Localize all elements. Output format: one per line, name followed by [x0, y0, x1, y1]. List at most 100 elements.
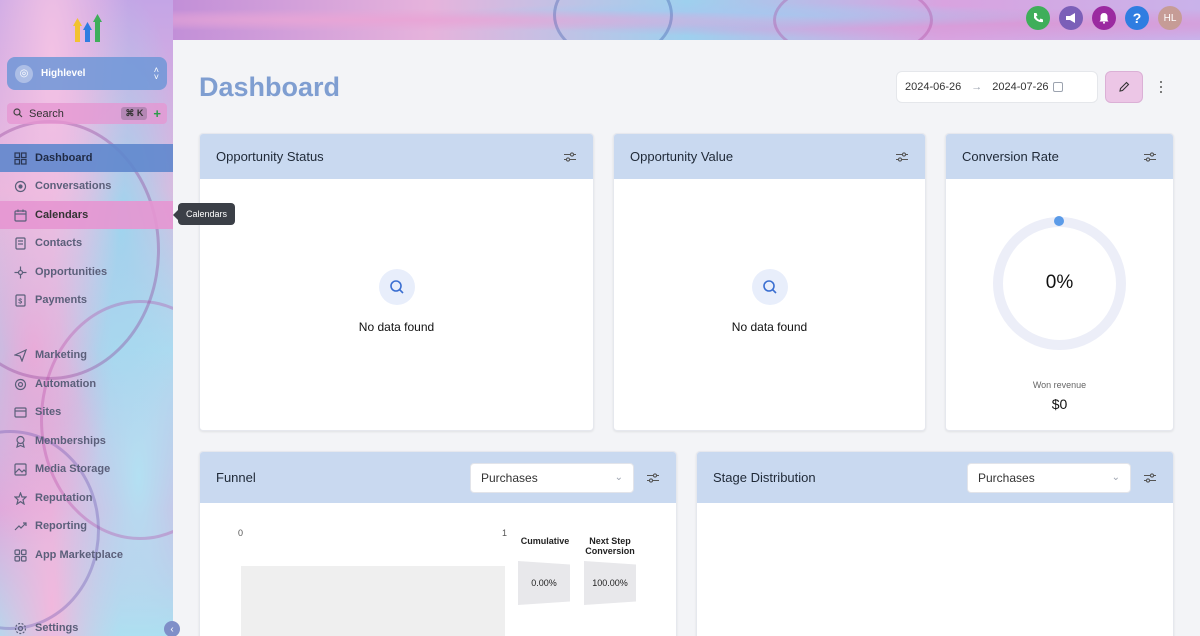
sidebar-item-memberships[interactable]: Memberships [0, 427, 173, 455]
won-revenue-value: $0 [1051, 396, 1068, 412]
empty-state-text: No data found [358, 320, 435, 334]
opportunity-value-card: Opportunity Value No data found [613, 133, 926, 431]
filter-icon[interactable] [646, 471, 660, 485]
filter-icon[interactable] [1143, 471, 1157, 485]
sites-icon [13, 405, 27, 419]
sidebar-item-app-marketplace[interactable]: App Marketplace [0, 541, 173, 569]
calendar-icon [1052, 82, 1063, 92]
sidebar-item-sites[interactable]: Sites [0, 398, 173, 426]
search-icon [752, 269, 788, 305]
sidebar-item-label: Calendars [35, 209, 89, 221]
account-switcher[interactable]: ◎ Highlevel ˄ ˅ [7, 57, 167, 90]
location-icon: ◎ [15, 64, 33, 83]
conversion-rate-indicator [1054, 216, 1064, 226]
sidebar-item-label: Sites [35, 406, 62, 418]
sidebar-item-automation[interactable]: Automation [0, 370, 173, 398]
gear-icon [13, 621, 27, 635]
sidebar-item-label: Media Storage [35, 463, 111, 475]
sidebar-item-label: Settings [35, 622, 79, 634]
more-options-icon[interactable] [1155, 78, 1167, 96]
card-title: Opportunity Status [216, 149, 324, 164]
edit-dashboard-button[interactable] [1105, 71, 1143, 103]
page-title: Dashboard [199, 72, 341, 102]
nav-tooltip: Calendars [172, 203, 236, 225]
image-icon [13, 462, 27, 476]
card-title: Funnel [216, 470, 256, 485]
bell-icon [1099, 13, 1109, 24]
search-label: Search [29, 107, 64, 120]
sidebar-item-dashboard[interactable]: Dashboard [0, 144, 173, 172]
axis-max: 1 [502, 528, 508, 538]
search-icon [379, 269, 415, 305]
collapse-sidebar-button[interactable]: ‹ [164, 621, 180, 636]
announcements-button[interactable] [1059, 6, 1083, 30]
opportunities-icon [13, 265, 27, 279]
funnel-select[interactable]: Purchases ⌄ [470, 462, 634, 493]
send-icon [13, 348, 27, 362]
stage-select[interactable]: Purchases ⌄ [967, 462, 1131, 493]
star-icon [13, 491, 27, 505]
sidebar-item-label: Reporting [35, 520, 87, 532]
sidebar-item-label: Payments [35, 294, 87, 306]
phone-button[interactable] [1026, 6, 1050, 30]
empty-state-text: No data found [731, 320, 808, 334]
sidebar-item-label: Contacts [35, 237, 83, 249]
memberships-icon [13, 434, 27, 448]
sidebar-item-conversations[interactable]: Conversations [0, 172, 173, 200]
date-end: 2024-07-26 [992, 81, 1049, 93]
funnel-card: Funnel Purchases ⌄ 0 1 Cumulative Next S… [199, 451, 677, 636]
help-icon: ? [1132, 10, 1142, 26]
sidebar-item-media-storage[interactable]: Media Storage [0, 455, 173, 483]
grid-icon [13, 151, 27, 165]
filter-icon[interactable] [895, 150, 909, 164]
notifications-button[interactable] [1092, 6, 1116, 30]
payments-icon: $ [13, 293, 27, 307]
next-step-value: 100.00% [584, 561, 636, 605]
sidebar-item-settings[interactable]: Settings [0, 614, 173, 636]
date-start: 2024-06-26 [905, 81, 962, 93]
chevron-updown-icon: ˄ ˅ [153, 64, 159, 82]
app-logo [73, 14, 102, 42]
pencil-icon [1119, 81, 1130, 92]
conversion-rate-ring [993, 217, 1126, 350]
contacts-icon [13, 236, 27, 250]
search-bar[interactable]: Search ⌘ K + [7, 103, 167, 124]
quick-add-button[interactable]: + [153, 106, 161, 121]
next-step-value-text: 100.00% [592, 578, 628, 588]
avatar-initials: HL [1163, 12, 1177, 24]
card-title: Stage Distribution [713, 470, 816, 485]
sidebar-item-label: Conversations [35, 180, 112, 192]
search-icon [13, 107, 23, 120]
sidebar-item-label: Automation [35, 378, 97, 390]
megaphone-icon [1066, 13, 1075, 23]
opportunity-status-card: Opportunity Status No data found [199, 133, 594, 431]
filter-icon[interactable] [563, 150, 577, 164]
sidebar-item-label: Opportunities [35, 266, 108, 278]
filter-icon[interactable] [1143, 150, 1157, 164]
arrow-right-icon: → [971, 81, 983, 93]
sidebar-item-reputation[interactable]: Reputation [0, 484, 173, 512]
help-button[interactable]: ? [1125, 6, 1149, 30]
select-value: Purchases [978, 470, 1035, 485]
card-title: Opportunity Value [630, 149, 734, 164]
cumulative-label: Cumulative [520, 536, 570, 546]
sidebar-item-contacts[interactable]: Contacts [0, 229, 173, 257]
sidebar-item-label: Memberships [35, 435, 106, 447]
sidebar-item-marketing[interactable]: Marketing [0, 341, 173, 369]
select-value: Purchases [481, 470, 538, 485]
sidebar-item-payments[interactable]: $ Payments [0, 286, 173, 314]
date-range-picker[interactable]: 2024-06-26 → 2024-07-26 [896, 71, 1098, 103]
sidebar-item-reporting[interactable]: Reporting [0, 512, 173, 540]
trend-icon [13, 519, 27, 533]
chevron-down-icon: ⌄ [614, 472, 623, 483]
sidebar-item-label: Dashboard [35, 152, 93, 164]
sidebar-item-opportunities[interactable]: Opportunities [0, 258, 173, 286]
avatar[interactable]: HL [1158, 6, 1182, 30]
next-step-label: Next Step Conversion [585, 536, 635, 556]
sidebar-item-label: Reputation [35, 492, 93, 504]
axis-min: 0 [238, 528, 244, 538]
funnel-bar [241, 566, 505, 636]
sidebar-item-calendars[interactable]: Calendars [0, 201, 173, 229]
calendar-icon [13, 208, 27, 222]
stage-distribution-card: Stage Distribution Purchases ⌄ [696, 451, 1174, 636]
